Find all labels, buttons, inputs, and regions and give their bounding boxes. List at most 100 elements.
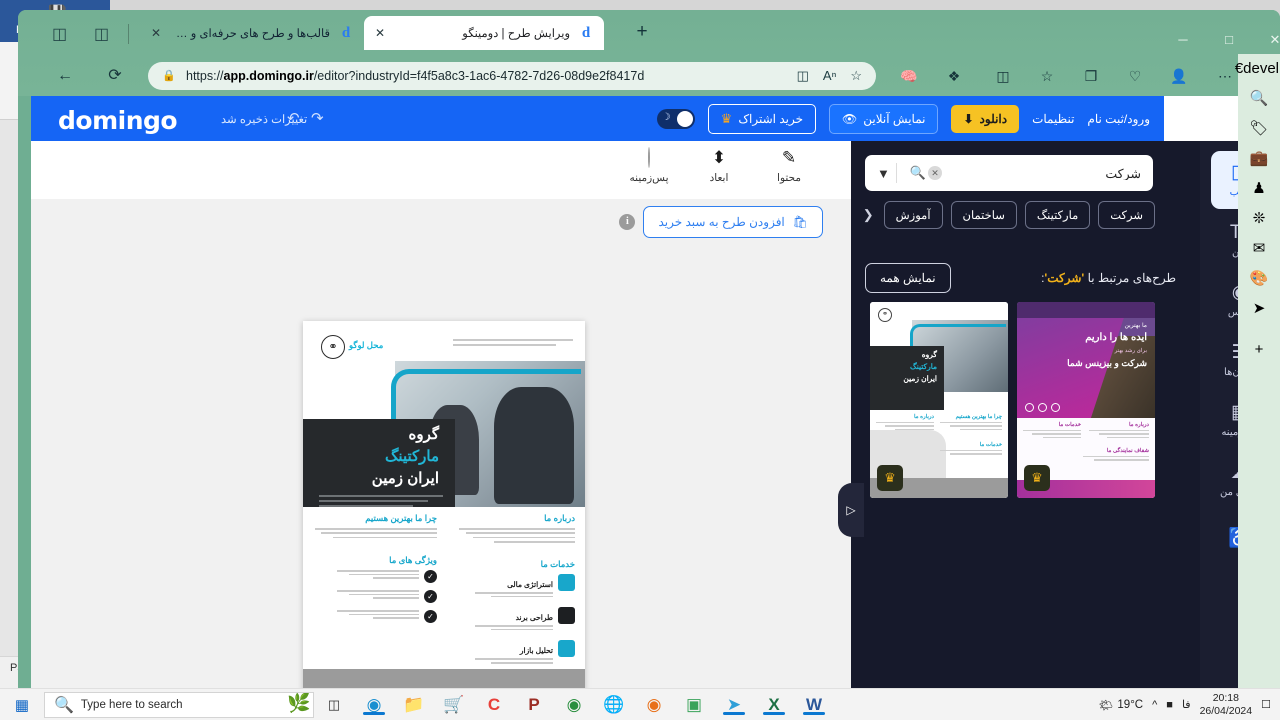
taskbar-app-telegram[interactable]: ➤ <box>714 695 754 715</box>
read-aloud-icon[interactable]: Aⁿ <box>823 68 836 84</box>
window-maximize-button[interactable]: □ <box>1214 30 1244 50</box>
download-label: دانلود <box>979 111 1008 126</box>
clear-x-icon[interactable]: ✕ <box>928 166 943 180</box>
copilot-icon[interactable]: €devel; <box>1235 60 1280 77</box>
workspaces-icon[interactable]: ◫ <box>52 24 74 46</box>
chevron-left-icon[interactable]: ❮ <box>863 207 874 223</box>
tools-icon[interactable]: 💼 <box>1247 149 1271 167</box>
undo-arrow-icon[interactable]: ↶ <box>287 109 300 127</box>
card-sec-label: شفاف نمایندگی ما <box>1106 448 1149 454</box>
domingo-favicon: d <box>581 24 591 41</box>
download-button[interactable]: دانلود ⬇ <box>951 104 1020 133</box>
chip-company[interactable]: شرکت <box>1098 201 1155 229</box>
taskbar-app-excel[interactable]: X <box>754 695 794 715</box>
games-icon[interactable]: ♟ <box>1247 179 1271 197</box>
telegram-icon[interactable]: ➤ <box>1247 299 1271 317</box>
back-arrow-icon[interactable]: ← <box>54 65 76 87</box>
microsoft-365-icon[interactable]: ❊ <box>1247 209 1271 227</box>
more-settings-icon[interactable]: ⋯ <box>1214 66 1236 86</box>
premium-crown-icon: ♛ <box>877 465 903 491</box>
app-header: domingo تغییرات ذخیره شد ↶ ↷ ورود/ثبت نا… <box>31 96 1164 141</box>
tool-content[interactable]: ✎ محتوا <box>761 147 817 193</box>
poster-hero-headline-block: گروه مارکتینگ ایران زمین <box>303 419 455 507</box>
signin-button[interactable]: ورود/ثبت نام <box>1087 112 1150 126</box>
taskbar-search[interactable]: 🔍 Type here to search 🌿 <box>44 691 314 718</box>
browser-tab-inactive[interactable]: d قالب‌ها و طرح های حرفه‌ای و رایگان ✕ <box>140 16 362 50</box>
poster-about-lines <box>459 528 575 543</box>
chip-construction[interactable]: ساختمان <box>950 201 1017 229</box>
address-bar[interactable]: 🔒 https://app.domingo.ir/editor?industry… <box>148 62 876 90</box>
search-icon[interactable]: 🔍 <box>1247 89 1271 107</box>
card-line-3: برای رشد بهتر <box>1114 348 1147 354</box>
poster-document[interactable]: ⚭ محل لوگو گروه مارکتینگ ایران زمین دربا… <box>303 321 585 688</box>
split-screen-icon[interactable]: ◫ <box>797 68 809 84</box>
taskbar-app-edge[interactable]: ◉ <box>354 695 394 715</box>
search-icon[interactable]: 🔍 <box>910 165 926 181</box>
tab-close-icon[interactable]: ✕ <box>372 25 388 41</box>
poster-hero: گروه مارکتینگ ایران زمین <box>303 361 585 507</box>
split-screen-icon[interactable]: ◫ <box>992 66 1014 86</box>
decorative-leaf-icon: 🌿 <box>287 692 311 714</box>
new-tab-icon[interactable]: + <box>631 22 653 44</box>
taskbar-app-green[interactable]: ▣ <box>674 695 714 715</box>
search-input[interactable] <box>942 166 1153 180</box>
weather-widget[interactable]: 🌤 19°C <box>1099 698 1143 712</box>
add-to-cart-button[interactable]: 🛍 افزودن طرح به سبد خرید <box>643 206 823 238</box>
subscribe-button[interactable]: خرید اشتراک ♛ <box>707 103 817 134</box>
card-line-2: ایده ها را داریم <box>1085 332 1147 343</box>
extensions-puzzle-icon[interactable]: ❖ <box>943 66 965 86</box>
window-minimize-button[interactable]: ─ <box>1168 30 1198 50</box>
profile-icon[interactable]: 👤 <box>1168 66 1190 86</box>
poster-feature-item: ✓ <box>313 610 437 623</box>
taskbar-app-chrome[interactable]: ◉ <box>554 695 594 715</box>
outlook-icon[interactable]: ✉ <box>1247 239 1271 257</box>
tray-expand-icon[interactable]: ^ <box>1152 699 1157 711</box>
taskbar-app-file-explorer[interactable]: 📁 <box>394 695 434 715</box>
template-card-marketing[interactable]: ⚭ گروه مارکتینگ ایران زمین چرا ما بهترین… <box>870 302 1008 498</box>
add-site-icon[interactable]: + <box>1247 341 1271 358</box>
panel-toggle-button[interactable]: ▷ <box>838 483 864 537</box>
language-indicator[interactable]: فا <box>1182 698 1191 711</box>
taskbar-app-camtasia[interactable]: C <box>474 695 514 715</box>
taskbar-clock[interactable]: 20:18 26/04/2024 <box>1200 692 1253 718</box>
taskbar-app-microsoft-store[interactable]: 🛒 <box>434 695 474 715</box>
chip-education[interactable]: آموزش <box>883 201 943 229</box>
filter-icon[interactable]: ▼ <box>877 166 890 181</box>
windows-icon[interactable]: ▦ <box>0 696 44 714</box>
favorite-star-icon[interactable]: ☆ <box>850 68 862 84</box>
edge-sidebar: €devel; 🔍 🏷 💼 ♟ ❊ ✉ 🎨 ➤ + ⚙ <box>1235 54 1280 718</box>
task-view-icon[interactable]: ◫ <box>314 697 354 713</box>
shopping-tag-icon[interactable]: 🏷 <box>1247 119 1271 137</box>
browser-tab-active[interactable]: d ویرایش طرح | دومینگو ✕ <box>364 16 604 50</box>
tab-close-icon[interactable]: ✕ <box>148 25 164 41</box>
theme-toggle[interactable]: ☽ <box>656 108 695 129</box>
browser-essentials-icon[interactable]: ♡ <box>1124 66 1146 86</box>
poster-headline-2: مارکتینگ <box>385 448 439 465</box>
taskbar-app-idm[interactable]: 🌐 <box>594 695 634 715</box>
taskbar-app-word[interactable]: W <box>794 695 834 715</box>
online-preview-button[interactable]: نمایش آنلاین 👁 <box>829 103 939 134</box>
template-card-purple[interactable]: ما بهترین ایده ها را داریم برای رشد بهتر… <box>1017 302 1155 498</box>
chip-marketing[interactable]: مارکتینگ <box>1024 201 1091 229</box>
search-divider <box>895 163 897 183</box>
settings-button[interactable]: تنظیمات <box>1032 112 1074 126</box>
copilot-brain-icon[interactable]: 🧠 <box>898 66 920 86</box>
redo-arrow-icon[interactable]: ↷ <box>311 109 324 127</box>
tool-dimensions[interactable]: ⬍ ابعاد <box>691 147 747 193</box>
favorites-icon[interactable]: ☆ <box>1036 66 1058 86</box>
collections-icon[interactable]: ❐ <box>1080 66 1102 86</box>
tool-background[interactable]: پس‌زمینه <box>621 147 677 193</box>
design-canvas[interactable]: 🛍 افزودن طرح به سبد خرید i ⚭ محل لوگو گر… <box>31 199 851 688</box>
taskbar-app-firefox[interactable]: ◉ <box>634 695 674 715</box>
taskbar-app-potplayer[interactable]: P <box>514 695 554 715</box>
show-all-button[interactable]: نمایش همه <box>865 263 951 293</box>
template-search-bar[interactable]: ✕ 🔍 ▼ <box>865 155 1153 191</box>
battery-icon[interactable]: ■ <box>1166 699 1173 711</box>
notifications-icon[interactable]: ☐ <box>1261 698 1271 711</box>
info-icon[interactable]: i <box>619 214 636 230</box>
image-creator-icon[interactable]: 🎨 <box>1247 269 1271 287</box>
domingo-logo[interactable]: domingo <box>58 106 178 135</box>
window-close-button[interactable]: ✕ <box>1260 30 1280 50</box>
reload-icon[interactable]: ⟳ <box>104 65 126 87</box>
tab-pane-icon[interactable]: ◫ <box>94 24 116 46</box>
